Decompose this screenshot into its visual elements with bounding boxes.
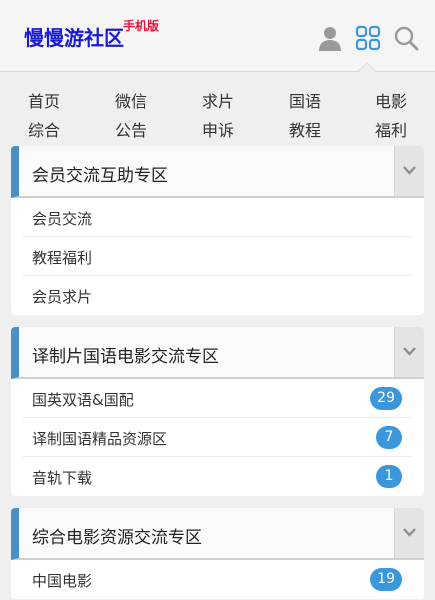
menu-pointer-caret [357, 62, 377, 82]
chevron-down-icon [403, 528, 416, 537]
nav-link-announcements[interactable]: 公告 [115, 117, 147, 141]
nav-row: 首页 微信 求片 国语 电影 [0, 86, 435, 115]
nav-link-request[interactable]: 求片 [202, 88, 234, 112]
chevron-down-icon [403, 347, 416, 356]
forum-row[interactable]: 中国电影 19 [23, 560, 412, 599]
count-badge: 29 [370, 387, 402, 410]
count-badge: 7 [376, 426, 402, 449]
forum-row[interactable]: 教程福利 [23, 237, 412, 276]
forum-row[interactable]: 会员求片 [23, 276, 412, 315]
forum-name: 会员交流 [32, 210, 93, 228]
section-body: 会员交流 教程福利 会员求片 [11, 198, 424, 315]
nav-link-home[interactable]: 首页 [28, 88, 60, 112]
nav-link-movies[interactable]: 电影 [375, 88, 407, 112]
nav-link-general[interactable]: 综合 [28, 117, 60, 141]
section-body: 国英双语&国配 29 译制国语精品资源区 7 音轨下载 1 [11, 379, 424, 496]
nav-row: 综合 公告 申诉 教程 福利 [0, 115, 435, 144]
nav-link-appeal[interactable]: 申诉 [202, 117, 234, 141]
collapse-toggle[interactable] [394, 508, 424, 558]
section-header[interactable]: 会员交流互助专区 [11, 146, 424, 198]
forum-row[interactable]: 会员交流 [23, 198, 412, 237]
forum-row[interactable]: 国英双语&国配 29 [23, 379, 412, 418]
forum-section: 会员交流互助专区 会员交流 教程福利 会员求片 [11, 146, 424, 315]
nav-link-mandarin[interactable]: 国语 [289, 88, 321, 112]
nav-link-benefits[interactable]: 福利 [375, 117, 407, 141]
collapse-toggle[interactable] [394, 146, 424, 196]
section-header[interactable]: 译制片国语电影交流专区 [11, 327, 424, 379]
section-header[interactable]: 综合电影资源交流专区 [11, 508, 424, 560]
section-title: 会员交流互助专区 [32, 166, 168, 186]
forum-name: 音轨下载 [32, 469, 93, 487]
site-logo[interactable]: 慢慢游社区 [24, 22, 124, 51]
count-badge: 19 [370, 568, 402, 591]
forum-section: 综合电影资源交流专区 中国电影 19 [11, 508, 424, 599]
chevron-down-icon [403, 166, 416, 175]
forum-name: 会员求片 [32, 288, 93, 306]
forum-section: 译制片国语电影交流专区 国英双语&国配 29 译制国语精品资源区 7 音轨下载 … [11, 327, 424, 496]
forum-name: 教程福利 [32, 249, 93, 267]
category-nav: 首页 微信 求片 国语 电影 综合 公告 申诉 教程 福利 [0, 86, 435, 144]
search-icon[interactable] [393, 25, 419, 51]
section-title: 综合电影资源交流专区 [32, 528, 202, 548]
nav-link-tutorials[interactable]: 教程 [289, 117, 321, 141]
nav-link-wechat[interactable]: 微信 [115, 88, 147, 112]
count-badge: 1 [376, 465, 402, 488]
section-title: 译制片国语电影交流专区 [32, 347, 219, 367]
forum-name: 国英双语&国配 [32, 391, 134, 409]
forum-name: 中国电影 [32, 572, 93, 590]
top-bar: 慢慢游社区 手机版 [0, 0, 435, 82]
grid-icon[interactable] [355, 25, 381, 51]
forum-row[interactable]: 音轨下载 1 [23, 457, 412, 496]
forum-row[interactable]: 译制国语精品资源区 7 [23, 418, 412, 457]
section-body: 中国电影 19 [11, 560, 424, 599]
logo-mobile-tag: 手机版 [123, 19, 160, 33]
forum-name: 译制国语精品资源区 [32, 430, 168, 448]
collapse-toggle[interactable] [394, 327, 424, 377]
user-icon[interactable] [317, 25, 343, 51]
